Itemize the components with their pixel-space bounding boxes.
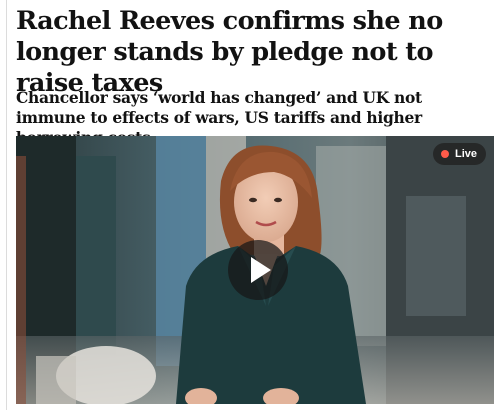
live-badge: Live (432, 143, 486, 165)
video-player[interactable]: Live (16, 136, 494, 404)
play-button[interactable] (228, 240, 288, 300)
play-icon (251, 257, 271, 283)
live-indicator-dot (440, 150, 449, 158)
article-headline[interactable]: Rachel Reeves confirms she no longer sta… (16, 6, 494, 99)
column-divider (6, 0, 7, 410)
article: Rachel Reeves confirms she no longer sta… (0, 0, 500, 410)
live-label: Live (454, 148, 477, 160)
